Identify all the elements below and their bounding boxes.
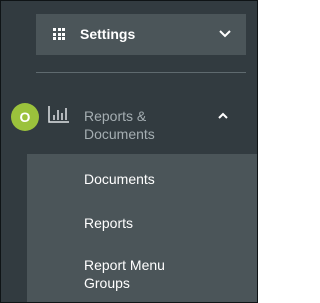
bar-chart-icon <box>48 106 69 123</box>
reports-documents-menu-toggle[interactable]: O Reports & Documents <box>1 97 257 147</box>
reports-documents-label: Reports & Documents <box>84 107 194 143</box>
settings-menu-toggle[interactable]: Settings <box>36 14 246 55</box>
submenu-item-report-menu-groups[interactable]: Report Menu Groups <box>84 256 234 292</box>
submenu-item-label-line2: Groups <box>84 275 130 291</box>
chevron-up-icon <box>218 112 228 119</box>
submenu-item-reports[interactable]: Reports <box>84 214 234 232</box>
sidebar-nav: Settings O Reports & Documents Documents… <box>0 0 258 303</box>
submenu-item-label-line1: Report Menu <box>84 257 165 273</box>
submenu-item-documents[interactable]: Documents <box>84 170 234 188</box>
reports-submenu: Documents Reports Report Menu Groups <box>27 154 257 302</box>
reports-documents-label-line2: Documents <box>84 126 155 142</box>
reports-documents-label-line1: Reports & <box>84 108 147 124</box>
chevron-down-icon <box>219 30 231 38</box>
section-divider <box>36 72 246 73</box>
settings-label: Settings <box>80 26 136 42</box>
avatar: O <box>11 103 39 131</box>
grid-icon <box>53 28 65 40</box>
